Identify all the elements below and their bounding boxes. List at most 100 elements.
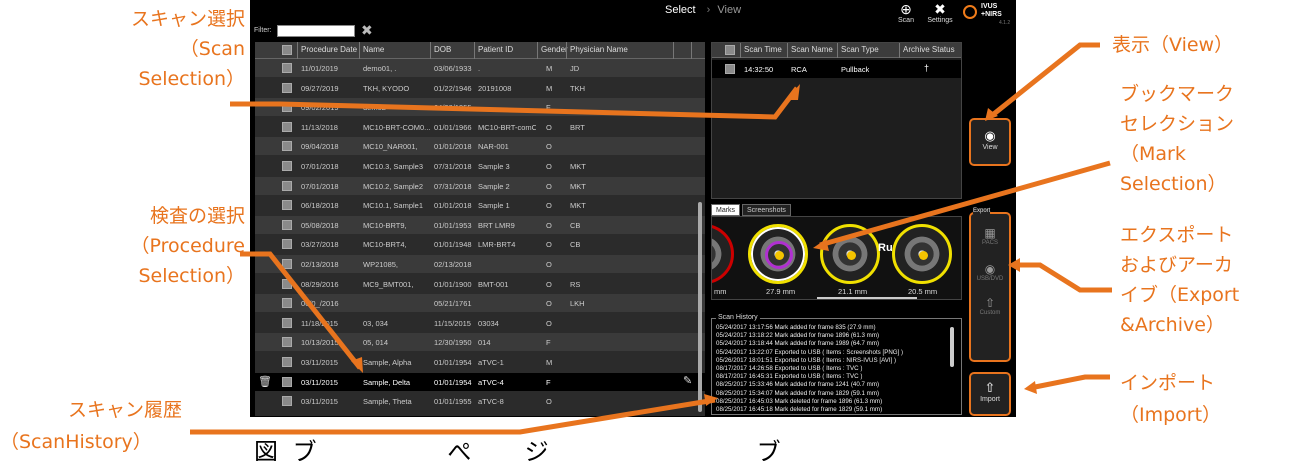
row-checkbox[interactable]	[282, 63, 292, 73]
mark-distance: 27.9 mm	[766, 287, 796, 296]
tab-screenshots[interactable]: Screenshots	[742, 204, 791, 216]
table-row[interactable]: 11/18/2015 03, 034 11/15/2015 03034 O	[255, 314, 705, 332]
wrench-icon: ✖	[934, 1, 946, 17]
table-row[interactable]: 08/29/2016 MC9_BMT001, 01/01/1900 BMT-001 O R…	[255, 275, 705, 293]
history-line: 05/24/2017 13:18:44 Mark added for frame…	[716, 340, 880, 348]
table-row[interactable]: 09/27/2019 TKH, KYODO 01/22/1946 20191008 M T…	[255, 79, 705, 97]
import-button[interactable]: ⇧ Import	[969, 372, 1011, 416]
procedure-table: Procedure Date Name DOB Patient ID Gende…	[255, 42, 705, 416]
row-checkbox[interactable]	[282, 180, 292, 191]
table-cell: M	[546, 358, 553, 367]
arrow-export-archive	[1012, 262, 1112, 293]
table-cell: 02/13/2018	[434, 260, 472, 269]
table-row[interactable]: 07/01/2018 MC10.2, Sample2 07/31/2018 Sampl…	[255, 176, 705, 195]
row-checkbox[interactable]	[282, 102, 292, 113]
col-physician-name[interactable]: Physician Name	[570, 45, 628, 54]
version-label: 4.1.2	[999, 20, 1011, 26]
table-row[interactable]: 02/13/2018 WP21085, 02/13/2018 O	[255, 255, 705, 273]
settings-button[interactable]: ✖ Settings	[922, 1, 958, 24]
procedure-scrollbar[interactable]	[698, 202, 702, 412]
import-button-label: Import	[980, 396, 1000, 403]
table-row[interactable]: 09/02/2019 demo2 04/28/1955 F	[255, 98, 705, 117]
table-row[interactable]: 03/11/2015 Sample, Theta 01/01/1955 aTVC-8 O	[255, 392, 705, 410]
procedure-rows: 11/01/2019 demo01, . 03/06/1933. M JD 09/27/2…	[255, 59, 705, 416]
ivus-nirs-logo: IVUS +NIRS 4.1.2	[963, 2, 1013, 28]
table-row[interactable]: 🗑 ✎ 03/11/2015 Sample, Delta 01/01/1954 aTVC-…	[255, 372, 705, 391]
row-checkbox[interactable]	[282, 396, 292, 407]
pacs-button[interactable]: ▦ PACS	[971, 226, 1009, 246]
table-row[interactable]: 11/01/2019 demo01, . 03/06/1933. M JD	[255, 59, 705, 77]
col-archive-status[interactable]: Archive Status	[903, 45, 955, 54]
col-dob[interactable]: DOB	[434, 45, 451, 54]
table-row[interactable]: 03/11/2015 Sample, Alpha 01/01/1954 aTVC-1 M	[255, 353, 705, 371]
col-scan-time[interactable]: Scan Time	[744, 45, 782, 54]
row-checkbox[interactable]	[282, 376, 292, 387]
col-procedure-date[interactable]: Procedure Date	[301, 45, 357, 54]
table-cell: Sample, Delta	[363, 377, 411, 387]
table-cell: LMR-BRT4	[478, 240, 516, 250]
mark-frame[interactable]	[712, 224, 734, 284]
row-checkbox[interactable]	[282, 219, 292, 230]
row-checkbox[interactable]	[282, 141, 292, 152]
row-checkbox[interactable]	[282, 82, 292, 93]
row-checkbox[interactable]	[282, 278, 292, 289]
table-cell: O	[546, 397, 552, 407]
tab-marks[interactable]: Marks	[711, 204, 741, 216]
col-name[interactable]: Name	[363, 45, 384, 54]
view-button[interactable]: ◉ View	[969, 118, 1011, 166]
scan-row-checkbox[interactable]	[725, 64, 735, 74]
row-checkbox[interactable]	[282, 200, 292, 211]
filter-input[interactable]	[277, 25, 355, 37]
col-patient-id[interactable]: Patient ID	[478, 45, 513, 54]
row-checkbox[interactable]	[282, 161, 292, 171]
col-gender[interactable]: Gender	[541, 45, 568, 54]
row-checkbox[interactable]	[282, 239, 292, 250]
history-line: 08/25/2017 15:33:46 Mark added for frame…	[716, 381, 880, 389]
row-checkbox[interactable]	[282, 337, 292, 348]
nav-view[interactable]: View	[717, 4, 741, 16]
table-cell: MC10_NAR001,	[363, 142, 418, 152]
mark-frame[interactable]	[892, 224, 952, 284]
scan-row[interactable]: 14:32:50 RCA Pullback †	[712, 60, 961, 78]
table-row[interactable]: 10/13/2015 05, 014 12/30/1950 014 F	[255, 333, 705, 352]
scan-select-all-checkbox[interactable]	[725, 45, 735, 55]
table-row[interactable]: 03/27/2018 MC10-BRT4, 01/01/1948 LMR-BRT4 O C…	[255, 235, 705, 253]
select-all-checkbox[interactable]	[282, 45, 292, 55]
col-scan-name[interactable]: Scan Name	[791, 45, 833, 54]
table-row[interactable]: 05/08/2018 MC10-BRT9, 01/01/1953 BRT LMR9 O C…	[255, 215, 705, 234]
table-row[interactable]: 06/18/2018 MC10.1, Sample1 01/01/2018 Sampl…	[255, 196, 705, 214]
marks-scrollbar[interactable]	[817, 297, 917, 299]
table-row[interactable]: 11/13/2018 MC10-BRT-COM0... 01/01/1966 MC10…	[255, 118, 705, 136]
mark-distance: 20.5 mm	[908, 287, 938, 296]
nav-select[interactable]: Select	[665, 4, 696, 16]
table-cell: 11/13/2018	[301, 122, 338, 132]
table-cell: O	[546, 260, 552, 269]
mark-frame[interactable]	[820, 224, 880, 284]
row-checkbox[interactable]	[282, 259, 292, 269]
row-checkbox[interactable]	[282, 298, 292, 309]
row-checkbox[interactable]	[282, 121, 292, 132]
table-row[interactable]: 06/0_/2016 05/21/1761 O LKH	[255, 294, 705, 313]
scan-button[interactable]: ⊕ Scan	[888, 1, 924, 24]
table-cell: TKH	[570, 83, 585, 93]
row-checkbox[interactable]	[282, 357, 292, 367]
mark-frame-selected[interactable]	[748, 224, 808, 284]
col-scan-type[interactable]: Scan Type	[841, 45, 879, 54]
row-checkbox[interactable]	[282, 317, 292, 328]
trash-icon[interactable]: 🗑	[258, 375, 272, 388]
table-row[interactable]: 09/04/2018 MC10_NAR001, 01/01/2018 NAR-001 O	[255, 137, 705, 156]
table-cell: 01/01/1966	[434, 122, 472, 132]
pencil-icon[interactable]: ✎	[683, 374, 692, 387]
table-cell: BRT	[570, 122, 585, 132]
logo-text: IVUS +NIRS	[981, 3, 1002, 18]
table-row[interactable]: 07/01/2018 MC10.3, Sample3 07/31/2018 Sampl…	[255, 157, 705, 175]
table-cell: MC10-BRT9,	[363, 220, 407, 230]
table-cell: 01/01/1954	[434, 358, 472, 367]
history-scrollbar[interactable]	[950, 327, 954, 367]
table-cell: aTVC-8	[478, 397, 504, 407]
history-line: 05/24/2017 13:18:22 Mark added for frame…	[716, 332, 880, 340]
table-cell: 05/08/2018	[301, 220, 339, 230]
clear-filter-icon[interactable]: ✖	[361, 22, 373, 39]
custom-export-button[interactable]: ⇧ Custom	[971, 296, 1009, 316]
usb-dvd-button[interactable]: ◉ USB/DVD	[971, 262, 1009, 282]
